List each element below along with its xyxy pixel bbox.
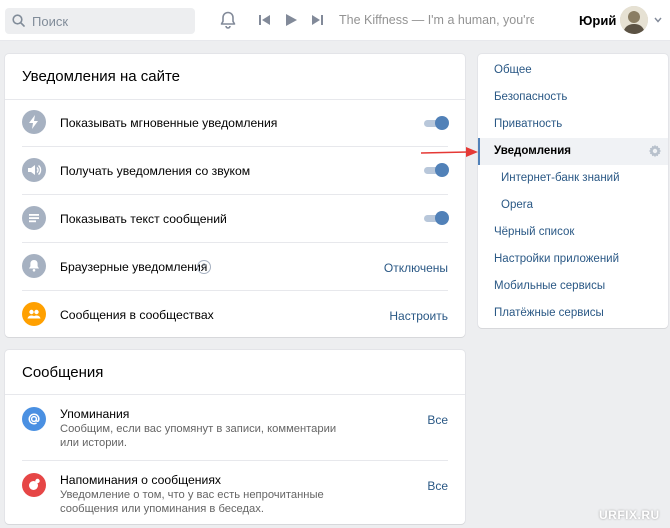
now-playing-track[interactable]: The Kiffness — I'm a human, you're a ... — [339, 13, 534, 27]
at-icon — [22, 407, 46, 431]
next-track-icon[interactable] — [310, 13, 324, 27]
bell-icon — [22, 254, 46, 278]
annotation-arrow-icon — [420, 147, 478, 157]
play-icon[interactable] — [284, 13, 298, 27]
setting-label: Получать уведомления со звуком — [60, 164, 251, 178]
menu-item-general[interactable]: Общее — [478, 57, 668, 84]
setting-label: Браузерные уведомления — [60, 260, 208, 274]
menu-item-mobile-services[interactable]: Мобильные сервисы — [478, 273, 668, 300]
setting-row-mentions[interactable]: Упоминания Сообщим, если вас упомянут в … — [5, 395, 465, 460]
setting-row-community[interactable]: Сообщения в сообществах Настроить — [5, 291, 465, 337]
instant-notifications-toggle[interactable] — [422, 116, 449, 130]
setting-row-message-text[interactable]: Показывать текст сообщений — [5, 195, 465, 242]
setting-label: Напоминания о сообщениях — [60, 473, 222, 487]
setting-description: Сообщим, если вас упомянут в записи, ком… — [60, 423, 337, 449]
menu-item-label: Уведомления — [494, 145, 571, 157]
setting-row-instant[interactable]: Показывать мгновенные уведомления — [5, 99, 465, 146]
text-lines-icon — [22, 206, 46, 230]
search-icon — [12, 14, 25, 27]
lightning-icon — [22, 110, 46, 134]
setting-row-reminders[interactable]: Напоминания о сообщениях Уведомление о т… — [5, 461, 465, 524]
setting-label: Упоминания — [60, 407, 130, 421]
speaker-icon — [22, 158, 46, 182]
menu-item-privacy[interactable]: Приватность — [478, 111, 668, 138]
menu-item-payment-services[interactable]: Платёжные сервисы — [478, 300, 668, 327]
help-icon[interactable]: ? — [197, 260, 211, 274]
search-input[interactable] — [32, 11, 182, 31]
reminder-icon — [22, 473, 46, 497]
top-bar: The Kiffness — I'm a human, you're a ...… — [0, 0, 670, 41]
setting-label: Сообщения в сообществах — [60, 308, 214, 322]
sound-notifications-toggle[interactable] — [422, 163, 449, 177]
menu-item-blacklist[interactable]: Чёрный список — [478, 219, 668, 246]
previous-track-icon[interactable] — [258, 13, 272, 27]
avatar-portrait-icon — [620, 6, 648, 34]
gear-icon[interactable] — [648, 144, 662, 158]
mentions-value[interactable]: Все — [427, 413, 448, 427]
setting-row-sound[interactable]: Получать уведомления со звуком — [5, 147, 465, 194]
community-icon — [22, 302, 46, 326]
setting-label: Показывать текст сообщений — [60, 212, 227, 226]
user-name[interactable]: Юрий — [579, 13, 616, 28]
watermark: URFIX.RU — [599, 508, 660, 522]
configure-link[interactable]: Настроить — [389, 309, 448, 323]
reminders-value[interactable]: Все — [427, 479, 448, 493]
panel-title: Сообщения — [22, 364, 104, 381]
setting-label: Показывать мгновенные уведомления — [60, 116, 278, 130]
menu-item-security[interactable]: Безопасность — [478, 84, 668, 111]
settings-menu: Общее Безопасность Приватность Уведомлен… — [478, 54, 668, 328]
setting-row-browser[interactable]: Браузерные уведомления ? Отключены — [5, 243, 465, 290]
search-box[interactable] — [5, 8, 195, 34]
menu-item-opera[interactable]: Opera — [478, 192, 668, 219]
site-notifications-panel: Уведомления на сайте Показывать мгновенн… — [5, 54, 465, 337]
messages-panel: Сообщения Упоминания Сообщим, если вас у… — [5, 350, 465, 524]
menu-item-notifications[interactable]: Уведомления — [478, 138, 668, 165]
menu-item-knowledge-bank[interactable]: Интернет-банк знаний — [478, 165, 668, 192]
panel-title: Уведомления на сайте — [22, 68, 181, 85]
menu-item-app-settings[interactable]: Настройки приложений — [478, 246, 668, 273]
browser-notifications-status[interactable]: Отключены — [384, 261, 448, 275]
notifications-bell-icon[interactable] — [218, 10, 238, 30]
setting-description: Уведомление о том, что у вас есть непроч… — [60, 489, 324, 515]
avatar[interactable] — [620, 6, 648, 34]
message-text-toggle[interactable] — [422, 211, 449, 225]
chevron-down-icon[interactable] — [654, 17, 662, 23]
